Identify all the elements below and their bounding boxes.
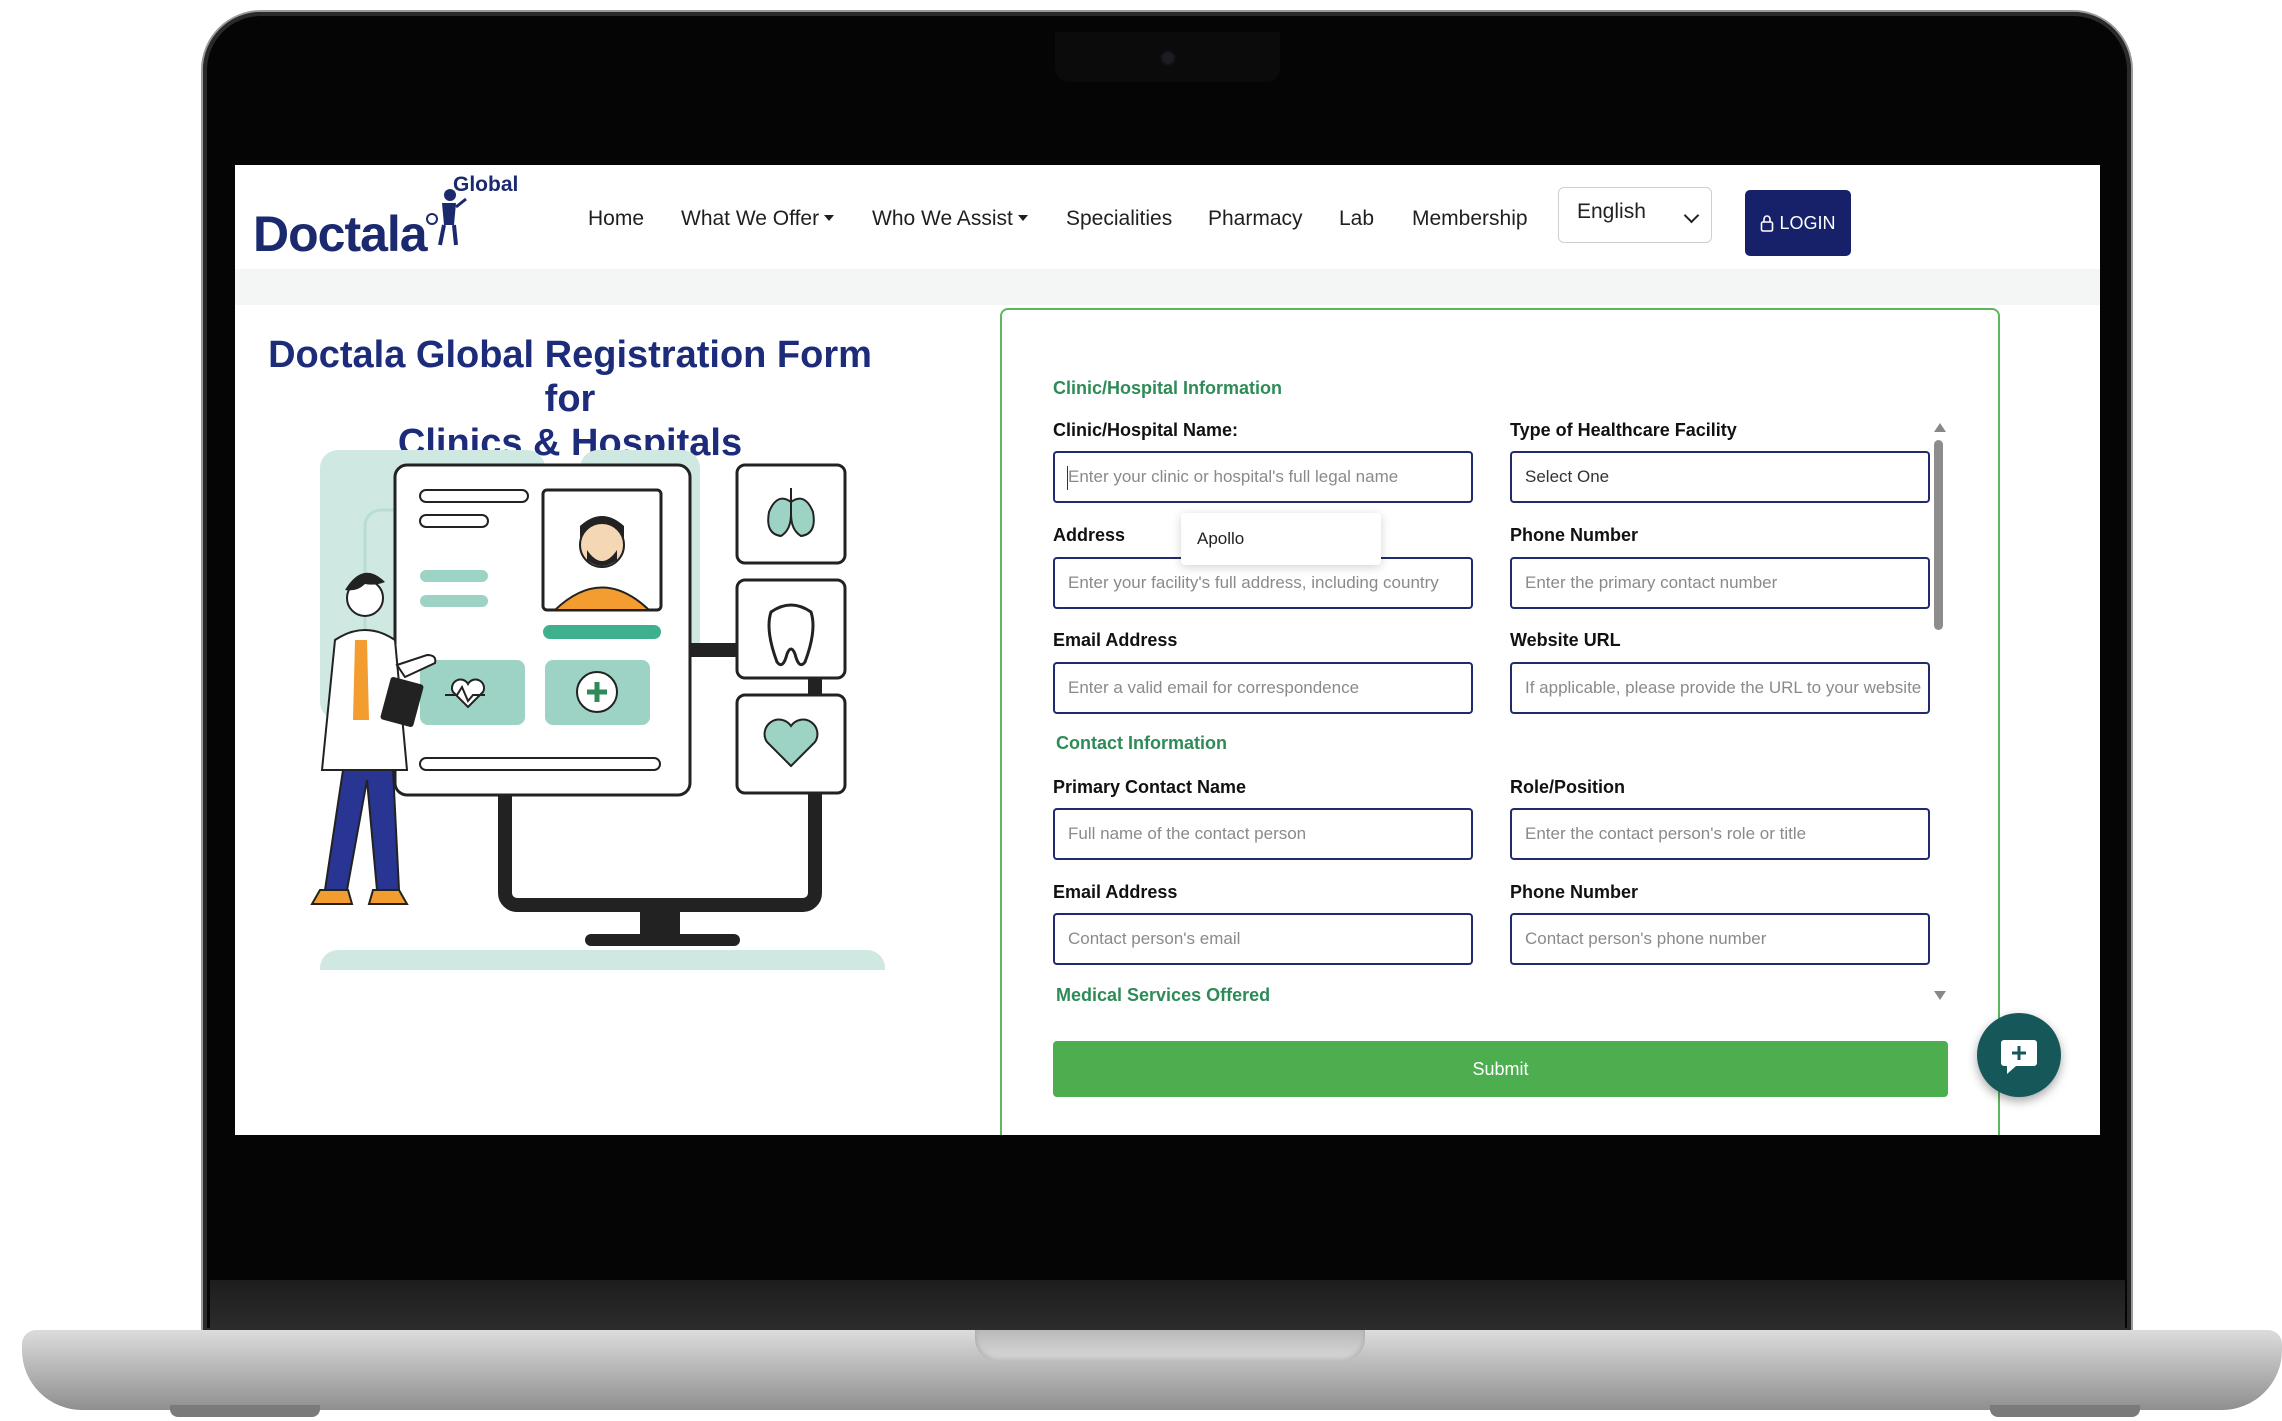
- caret-down-icon: [824, 215, 835, 221]
- chevron-down-icon: [1683, 207, 1700, 224]
- login-label: LOGIN: [1779, 212, 1836, 233]
- email-placeholder: Enter a valid email for correspondence: [1068, 678, 1360, 697]
- contact-phone-input[interactable]: Contact person's phone number: [1510, 913, 1930, 965]
- email-input[interactable]: Enter a valid email for correspondence: [1053, 662, 1473, 714]
- browser-screen: Doctala Global Home What We Offer Who We…: [235, 165, 2100, 1135]
- login-button[interactable]: LOGIN: [1745, 190, 1851, 256]
- website-input[interactable]: If applicable, please provide the URL to…: [1510, 662, 1930, 714]
- email-label: Email Address: [1053, 630, 1178, 650]
- contact-name-label: Primary Contact Name: [1053, 777, 1247, 797]
- role-label: Role/Position: [1510, 777, 1626, 797]
- page-title-line1: Doctala Global Registration Form for: [268, 334, 872, 420]
- submit-label: Submit: [1472, 1058, 1529, 1079]
- address-label: Address: [1053, 525, 1126, 545]
- contact-email-input[interactable]: Contact person's email: [1053, 913, 1473, 965]
- camera-icon: [1162, 52, 1174, 64]
- clinic-name-placeholder: Enter your clinic or hospital's full leg…: [1068, 467, 1399, 486]
- doctor-illustration: [310, 450, 885, 970]
- nav-lab[interactable]: Lab: [1339, 207, 1374, 231]
- section-clinic-info: Clinic/Hospital Information: [1053, 378, 1283, 398]
- facility-type-select[interactable]: Select One: [1510, 451, 1930, 503]
- role-input[interactable]: Enter the contact person's role or title: [1510, 808, 1930, 860]
- laptop-base-groove: [975, 1330, 1365, 1362]
- contact-phone-placeholder: Contact person's phone number: [1525, 929, 1767, 948]
- text-cursor: [1067, 466, 1068, 490]
- autocomplete-suggestion[interactable]: Apollo: [1181, 513, 1381, 565]
- page-title: Doctala Global Registration Form for Cli…: [245, 333, 895, 465]
- contact-phone-label: Phone Number: [1510, 882, 1639, 902]
- contact-email-placeholder: Contact person's email: [1068, 929, 1241, 948]
- facility-type-label: Type of Healthcare Facility: [1510, 420, 1737, 440]
- clinic-name-label: Clinic/Hospital Name:: [1053, 420, 1239, 440]
- clinic-name-input[interactable]: Enter your clinic or hospital's full leg…: [1053, 451, 1473, 503]
- section-contact-info: Contact Information: [1056, 733, 1227, 753]
- chat-plus-icon: [2001, 1040, 2037, 1074]
- phone-label: Phone Number: [1510, 525, 1639, 545]
- address-placeholder: Enter your facility's full address, incl…: [1068, 573, 1439, 592]
- chat-button[interactable]: [1977, 1013, 2061, 1097]
- caret-down-icon: [1017, 215, 1028, 221]
- lock-icon: [1761, 215, 1774, 232]
- role-placeholder: Enter the contact person's role or title: [1525, 824, 1807, 843]
- scroll-up-arrow-icon[interactable]: [1934, 423, 1946, 432]
- language-value: English: [1577, 200, 1646, 223]
- nav-specialities[interactable]: Specialities: [1066, 207, 1172, 231]
- brand-logo[interactable]: Doctala: [253, 205, 428, 263]
- contact-name-input[interactable]: Full name of the contact person: [1053, 808, 1473, 860]
- contact-name-placeholder: Full name of the contact person: [1068, 824, 1307, 843]
- laptop-foot-left: [170, 1405, 320, 1417]
- nav-home[interactable]: Home: [588, 207, 644, 231]
- navbar: Doctala Global Home What We Offer Who We…: [235, 165, 2100, 270]
- sub-header-strip: [235, 269, 2100, 305]
- scrollbar-thumb[interactable]: [1934, 440, 1943, 630]
- submit-button[interactable]: Submit: [1053, 1041, 1948, 1097]
- phone-input[interactable]: Enter the primary contact number: [1510, 557, 1930, 609]
- scroll-down-arrow-icon[interactable]: [1934, 991, 1946, 1000]
- section-medical-services: Medical Services Offered: [1056, 985, 1271, 1005]
- phone-placeholder: Enter the primary contact number: [1525, 573, 1778, 592]
- language-select[interactable]: English: [1558, 187, 1712, 243]
- nav-who-we-assist[interactable]: Who We Assist: [872, 207, 1028, 231]
- laptop-hinge: [210, 1280, 2125, 1330]
- contact-email-label: Email Address: [1053, 882, 1178, 902]
- nav-pharmacy[interactable]: Pharmacy: [1208, 207, 1303, 231]
- nav-what-we-offer[interactable]: What We Offer: [681, 207, 835, 231]
- facility-type-value: Select One: [1525, 467, 1610, 486]
- logo-figure-icon: [426, 189, 467, 246]
- laptop-foot-right: [1990, 1405, 2140, 1417]
- nav-membership[interactable]: Membership: [1412, 207, 1528, 231]
- website-placeholder: If applicable, please provide the URL to…: [1525, 678, 1922, 697]
- website-label: Website URL: [1510, 630, 1621, 650]
